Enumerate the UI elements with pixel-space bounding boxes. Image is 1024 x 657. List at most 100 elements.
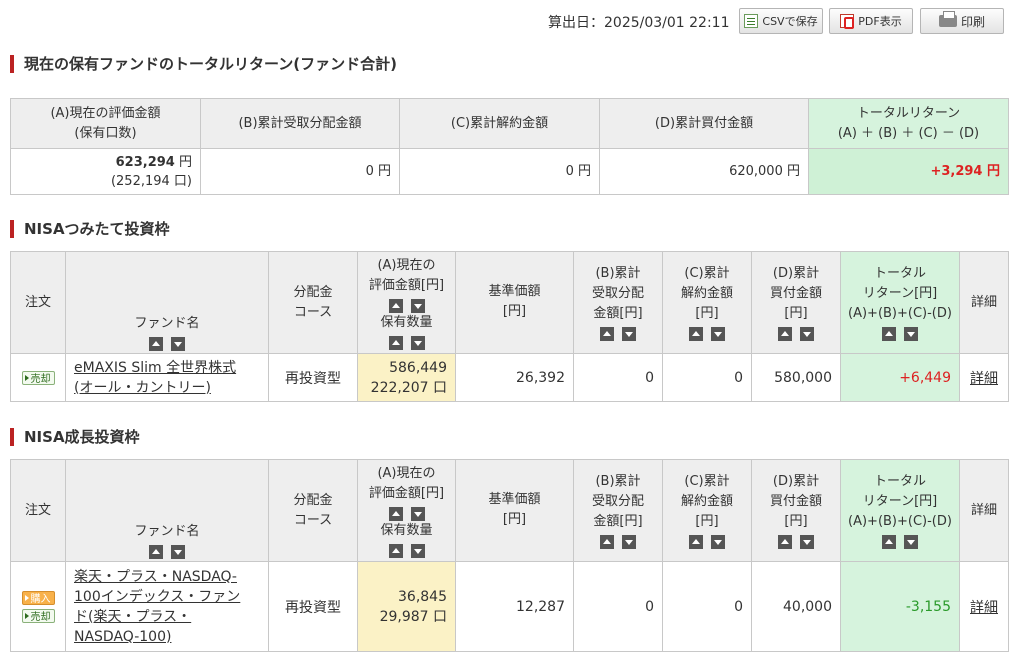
sort-asc-icon[interactable] — [600, 535, 614, 549]
sort-controls — [358, 506, 455, 521]
sort-desc-icon[interactable] — [800, 327, 814, 341]
summary-value-a: 623,294 円 (252,194 口) — [10, 148, 201, 195]
sort-asc-icon[interactable] — [882, 327, 896, 341]
order-cell: 売却 — [10, 353, 66, 402]
sort-desc-icon[interactable] — [622, 535, 636, 549]
summary-eval-amount: 623,294 — [115, 154, 175, 170]
print-button[interactable]: 印刷 — [920, 8, 1004, 34]
header-fund-name: ファンド名 — [65, 459, 269, 562]
summary-value-d: 620,000 円 — [599, 148, 809, 195]
fund-name-link[interactable]: eMAXIS Slim 全世界株式 (オール・カントリー) — [66, 358, 268, 398]
sort-desc-icon[interactable] — [711, 327, 725, 341]
sort-desc-icon[interactable] — [410, 543, 425, 558]
summary-section-title: 現在の保有ファンドのトータルリターン(ファンド合計) — [10, 55, 397, 73]
sort-asc-icon[interactable] — [388, 543, 403, 558]
header-total: トータル リターン[円] (A)+(B)+(C)-(D) — [840, 251, 960, 354]
sort-asc-icon[interactable] — [149, 545, 163, 559]
summary-header-a: (A)現在の評価金額 (保有口数) — [10, 98, 201, 149]
d-cell: 580,000 — [751, 353, 841, 402]
header-fund-name-label: ファンド名 — [134, 524, 200, 539]
header-total-line2: リターン[円] — [862, 286, 938, 301]
header-nav-line1: 基準価額 — [488, 492, 541, 507]
header-c-line1: (C)累計 — [684, 266, 730, 281]
header-d-line3: [円] — [784, 306, 808, 321]
fund-name-link[interactable]: 楽天・プラス・NASDAQ- 100インデックス・ファン ド(楽天・プラス・ N… — [66, 567, 268, 647]
pdf-view-button[interactable]: PDF表示 — [829, 8, 913, 34]
sort-asc-icon[interactable] — [388, 335, 403, 350]
header-d-line1: (D)累計 — [772, 266, 820, 281]
sort-desc-icon[interactable] — [410, 335, 425, 350]
sort-desc-icon[interactable] — [800, 535, 814, 549]
header-nav-line2: [円] — [502, 304, 527, 319]
nisa-tsumitate-table: 注文 ファンド名 分配金 コース (A)現在の 評価金額[円] 保有数量 基準価… — [10, 251, 1009, 402]
header-dist-line1: 分配金 — [293, 284, 333, 300]
holdings: 29,987 口 — [379, 608, 447, 625]
sort-controls — [752, 535, 840, 549]
sort-asc-icon[interactable] — [689, 535, 703, 549]
header-b-line2: 受取分配 — [591, 286, 644, 301]
summary-header-a-line2: (保有口数) — [74, 125, 137, 141]
header-order: 注文 — [10, 251, 66, 354]
sell-button[interactable]: 売却 — [21, 370, 55, 385]
detail-cell: 詳細 — [959, 353, 1009, 402]
csv-save-button[interactable]: CSVで保存 — [739, 8, 823, 34]
header-total-line1: トータル — [873, 474, 926, 489]
eval-cell: 36,845 29,987 口 — [357, 561, 456, 652]
sort-desc-icon[interactable] — [711, 535, 725, 549]
sort-desc-icon[interactable] — [171, 545, 185, 559]
fund-name-line1: eMAXIS Slim 全世界株式 — [74, 359, 237, 376]
header-total: トータル リターン[円] (A)+(B)+(C)-(D) — [840, 459, 960, 562]
sort-controls — [358, 335, 455, 350]
csv-save-label: CSVで保存 — [762, 15, 818, 28]
printer-icon — [938, 11, 957, 27]
sort-asc-icon[interactable] — [689, 327, 703, 341]
header-fund-name-label: ファンド名 — [134, 316, 200, 331]
top-toolbar: 算出日：2025/03/01 22:11 CSVで保存 PDF表示 印刷 — [0, 6, 1024, 34]
fund-row: 購入 売却 楽天・プラス・NASDAQ- 100インデックス・ファン ド(楽天・… — [10, 561, 1009, 652]
header-c-line2: 解約金額 — [680, 286, 733, 301]
detail-link[interactable]: 詳細 — [970, 371, 998, 387]
header-detail: 詳細 — [959, 459, 1009, 562]
sort-desc-icon[interactable] — [622, 327, 636, 341]
buy-button[interactable]: 購入 — [21, 590, 55, 605]
sort-controls — [574, 327, 662, 341]
d-cell: 40,000 — [751, 561, 841, 652]
sort-asc-icon[interactable] — [600, 327, 614, 341]
summary-header-row: (A)現在の評価金額 (保有口数) (B)累計受取分配金額 (C)累計解約金額 … — [10, 98, 1009, 149]
summary-holdings: (252,194 口) — [110, 173, 192, 189]
sort-asc-icon[interactable] — [778, 327, 792, 341]
nisa-growth-table: 注文 ファンド名 分配金 コース (A)現在の 評価金額[円] 保有数量 基準価… — [10, 459, 1009, 652]
sort-desc-icon[interactable] — [410, 298, 425, 313]
header-dist-line1: 分配金 — [293, 492, 333, 508]
header-eval-line2: 評価金額[円] — [368, 485, 445, 501]
sort-desc-icon[interactable] — [904, 535, 918, 549]
sell-button[interactable]: 売却 — [21, 608, 55, 623]
header-nav-line2: [円] — [502, 512, 527, 527]
sort-asc-icon[interactable] — [149, 337, 163, 351]
sort-asc-icon[interactable] — [778, 535, 792, 549]
sort-desc-icon[interactable] — [904, 327, 918, 341]
sort-controls — [574, 535, 662, 549]
sort-controls — [66, 545, 268, 559]
sort-desc-icon[interactable] — [171, 337, 185, 351]
spreadsheet-icon — [744, 14, 759, 28]
header-total-line3: (A)+(B)+(C)-(D) — [848, 514, 952, 529]
sort-controls — [66, 337, 268, 351]
detail-link[interactable]: 詳細 — [970, 600, 998, 616]
sort-asc-icon[interactable] — [388, 298, 403, 313]
sort-controls — [358, 543, 455, 558]
nisa-tsumitate-title: NISAつみたて投資枠 — [10, 220, 170, 238]
sort-desc-icon[interactable] — [410, 506, 425, 521]
summary-value-total: +3,294 円 — [808, 148, 1009, 195]
sort-asc-icon[interactable] — [388, 506, 403, 521]
sort-controls — [841, 535, 959, 549]
header-b-line1: (B)累計 — [595, 266, 641, 281]
header-d: (D)累計 買付金額 [円] — [751, 459, 841, 562]
nav-cell: 26,392 — [455, 353, 574, 402]
fund-name-cell: 楽天・プラス・NASDAQ- 100インデックス・ファン ド(楽天・プラス・ N… — [65, 561, 269, 652]
sort-asc-icon[interactable] — [882, 535, 896, 549]
summary-value-c: 0 円 — [399, 148, 600, 195]
total-return-cell: +6,449 — [840, 353, 960, 402]
fund-name-line1: 楽天・プラス・NASDAQ- — [74, 568, 237, 585]
summary-header-a-line1: (A)現在の評価金額 — [50, 105, 161, 121]
